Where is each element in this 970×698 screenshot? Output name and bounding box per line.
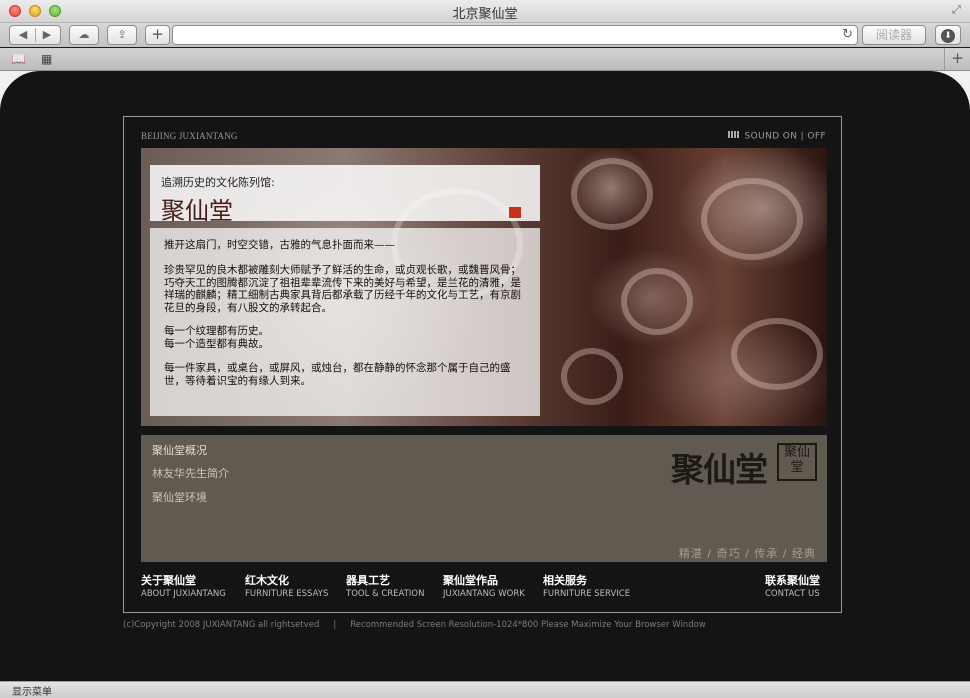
- cloud-icon: ☁: [78, 28, 90, 41]
- new-tab-button[interactable]: +: [944, 48, 970, 70]
- submenu-biography[interactable]: 林友华先生简介: [152, 465, 229, 481]
- nav-about[interactable]: 关于聚仙堂 ABOUT JUXIANTANG: [141, 572, 226, 599]
- info-panel: 聚仙堂概况 林友华先生简介 聚仙堂环境 聚仙堂 聚仙堂 精湛 / 奇巧 / 传承…: [141, 435, 827, 562]
- footer-separator: |: [333, 620, 337, 630]
- nav-service-en: FURNITURE SERVICE: [543, 589, 631, 599]
- nav-works[interactable]: 聚仙堂作品 JUXIANTANG WORK: [443, 572, 525, 599]
- hero-paragraph-2: 珍贵罕见的良木都被雕刻大师赋予了鲜活的生命，或贞观长歌，或魏晋风骨；巧夺天工的图…: [164, 264, 521, 314]
- nav-essays[interactable]: 红木文化 FURNITURE ESSAYS: [245, 572, 328, 599]
- seal-text: 聚仙堂: [783, 445, 810, 475]
- bookmarks-bar: 📖 ▦ +: [0, 48, 970, 71]
- window-title: 北京聚仙堂: [452, 7, 518, 22]
- resolution-note: Recommended Screen Resolution-1024*800 P…: [350, 620, 706, 630]
- add-bookmark-button[interactable]: +: [145, 25, 170, 45]
- hero-subtitle: 追溯历史的文化陈列馆:: [161, 176, 275, 189]
- nav-contact-cn: 联系聚仙堂: [765, 574, 820, 587]
- nav-about-cn: 关于聚仙堂: [141, 574, 196, 587]
- icloud-tabs-button[interactable]: ☁: [69, 25, 99, 45]
- hero-paragraph-4: 每一件家具，或桌台，或屏风，或烛台，都在静静的怀念那个属于自己的盛世，等待着识宝…: [164, 362, 511, 387]
- browser-toolbar: ◀ ▶ ☁ ⇪ + ↻ 阅读器 ⬇: [0, 23, 970, 47]
- status-bar: 显示菜单: [0, 681, 970, 698]
- download-icon: ⬇: [941, 29, 955, 43]
- nav-about-en: ABOUT JUXIANTANG: [141, 589, 226, 599]
- nav-service-cn: 相关服务: [543, 574, 587, 587]
- plus-icon: +: [151, 25, 164, 43]
- nav-contact-en: CONTACT US: [765, 589, 820, 599]
- reading-list-icon[interactable]: 📖: [11, 52, 26, 66]
- share-button[interactable]: ⇪: [107, 25, 137, 45]
- fullscreen-icon[interactable]: ⤢: [952, 4, 964, 16]
- nav-essays-en: FURNITURE ESSAYS: [245, 589, 329, 599]
- hero-title-box: 追溯历史的文化陈列馆: 聚仙堂: [150, 165, 540, 225]
- sound-toggle-label: SOUND ON | OFF: [744, 131, 826, 142]
- top-sites-icon[interactable]: ▦: [41, 52, 52, 66]
- back-forward-group: ◀ ▶: [9, 25, 61, 45]
- share-icon: ⇪: [117, 28, 127, 41]
- back-icon[interactable]: ◀: [11, 26, 35, 44]
- hero-text-box: 推开这扇门，时空交错，古雅的气息扑面而来—— 珍贵罕见的良木都被雕刻大师赋予了鲜…: [150, 228, 540, 416]
- site-brand: BEIJING JUXIANTANG: [141, 131, 238, 141]
- reader-button[interactable]: 阅读器: [862, 25, 926, 45]
- nav-tools-cn: 器具工艺: [346, 574, 390, 587]
- seal-stamp-icon: 聚仙堂: [777, 443, 817, 481]
- window-titlebar: 北京聚仙堂 ⤢: [0, 0, 970, 23]
- submenu-overview[interactable]: 聚仙堂概况: [152, 442, 207, 458]
- hero-paragraph-3: 每一个纹理都有历史。 每一个造型都有典故。: [164, 325, 269, 350]
- reload-icon[interactable]: ↻: [842, 26, 853, 44]
- nav-service[interactable]: 相关服务 FURNITURE SERVICE: [543, 572, 630, 599]
- sound-bars-icon: [728, 131, 740, 141]
- copyright-text: (c)Copyright 2008 JUXIANTANG all rightse…: [123, 620, 320, 630]
- hero-title: 聚仙堂: [161, 197, 233, 225]
- nav-works-en: JUXIANTANG WORK: [443, 589, 525, 599]
- show-menu-label: 显示菜单: [12, 687, 52, 698]
- nav-essays-cn: 红木文化: [245, 574, 289, 587]
- nav-tools[interactable]: 器具工艺 TOOL & CREATION: [346, 572, 424, 599]
- hero-paragraph-1: 推开这扇门，时空交错，古雅的气息扑面而来——: [164, 239, 395, 251]
- hero-banner: 追溯历史的文化陈列馆: 聚仙堂 推开这扇门，时空交错，古雅的气息扑面而来—— 珍…: [141, 148, 827, 426]
- nav-tools-en: TOOL & CREATION: [346, 589, 425, 599]
- forward-icon[interactable]: ▶: [35, 26, 59, 44]
- tagline: 精湛 / 奇巧 / 传承 / 经典: [678, 547, 816, 560]
- submenu-environment[interactable]: 聚仙堂环境: [152, 489, 207, 505]
- site-frame: BEIJING JUXIANTANG SOUND ON | OFF 追溯历史的文…: [123, 116, 842, 613]
- site-logo-text: 聚仙堂: [671, 450, 768, 489]
- address-bar[interactable]: ↻: [172, 25, 858, 47]
- nav-contact[interactable]: 联系聚仙堂 CONTACT US: [765, 572, 820, 599]
- address-input[interactable]: [179, 27, 823, 47]
- red-square-icon: [509, 207, 521, 218]
- page-footer: (c)Copyright 2008 JUXIANTANG all rightse…: [123, 620, 706, 630]
- sound-toggle[interactable]: SOUND ON | OFF: [728, 131, 826, 142]
- page-viewport: BEIJING JUXIANTANG SOUND ON | OFF 追溯历史的文…: [0, 71, 970, 681]
- nav-works-cn: 聚仙堂作品: [443, 574, 498, 587]
- downloads-button[interactable]: ⬇: [935, 25, 961, 45]
